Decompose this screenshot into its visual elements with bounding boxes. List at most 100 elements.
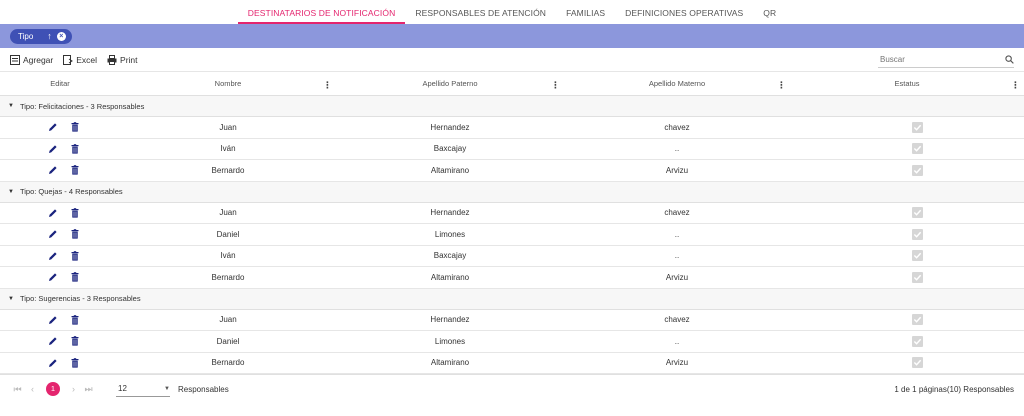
table-row: Juan Hernandez chavez bbox=[0, 310, 1024, 331]
excel-export-icon bbox=[63, 54, 74, 65]
tab-responsables-de-atenci-n[interactable]: RESPONSABLES DE ATENCIÓN bbox=[405, 8, 556, 24]
page-size-label: Responsables bbox=[178, 384, 229, 394]
collapse-caret-icon[interactable]: ▼ bbox=[8, 189, 14, 195]
cell-nombre: Juan bbox=[219, 315, 237, 325]
pencil-icon[interactable] bbox=[48, 315, 58, 325]
trash-icon[interactable] bbox=[70, 143, 80, 154]
pencil-icon[interactable] bbox=[48, 165, 58, 175]
column-header-estatus[interactable]: Estatus ⋮ bbox=[790, 72, 1024, 95]
pencil-icon[interactable] bbox=[48, 122, 58, 132]
column-header-apellido-paterno[interactable]: Apellido Paterno ⋮ bbox=[336, 72, 564, 95]
search-input[interactable] bbox=[878, 54, 988, 64]
cell-apellido-materno: Arvizu bbox=[665, 165, 689, 175]
edit-cell bbox=[0, 246, 120, 267]
pencil-icon[interactable] bbox=[48, 358, 58, 368]
cell-apellido-paterno: Baxcajay bbox=[433, 144, 467, 154]
trash-icon[interactable] bbox=[70, 272, 80, 282]
column-header-label: Apellido Paterno bbox=[422, 79, 478, 88]
group-row[interactable]: ▼ Tipo: Quejas - 4 Responsables bbox=[0, 181, 1024, 203]
pencil-icon[interactable] bbox=[48, 229, 58, 239]
excel-export-button[interactable]: Excel bbox=[63, 54, 98, 65]
column-header-nombre[interactable]: Nombre ⋮ bbox=[120, 72, 336, 95]
edit-cell bbox=[0, 267, 120, 288]
cell-apellido-materno: chavez bbox=[664, 122, 690, 132]
table-row: Juan Hernandez chavez bbox=[0, 203, 1024, 224]
column-header-label: Estatus bbox=[894, 79, 920, 88]
group-row-label: Tipo: Quejas - 4 Responsables bbox=[19, 187, 123, 196]
print-button-label: Print bbox=[120, 54, 138, 65]
cell-estatus bbox=[790, 331, 1024, 352]
group-row[interactable]: ▼ Tipo: Felicitaciones - 3 Responsables bbox=[0, 96, 1024, 117]
tab-familias[interactable]: FAMILIAS bbox=[556, 8, 615, 24]
cell-apellido-paterno: Hernandez bbox=[430, 315, 470, 325]
cell-estatus bbox=[790, 353, 1024, 374]
cell-apellido-paterno: Altamirano bbox=[430, 272, 470, 282]
collapse-caret-icon[interactable]: ▼ bbox=[8, 296, 14, 302]
pencil-icon[interactable] bbox=[48, 251, 58, 261]
page-number-current[interactable]: 1 bbox=[46, 382, 60, 396]
trash-icon[interactable] bbox=[70, 314, 80, 325]
cell-apellido-materno: chavez bbox=[664, 208, 690, 218]
trash-icon[interactable] bbox=[70, 207, 80, 218]
trash-icon[interactable] bbox=[70, 122, 80, 132]
collapse-caret-icon[interactable]: ▼ bbox=[8, 103, 14, 109]
checkbox-checked-icon bbox=[911, 335, 923, 347]
previous-page-icon[interactable]: ‹ bbox=[25, 384, 40, 394]
checkbox-checked-icon bbox=[911, 228, 923, 240]
column-menu-icon[interactable]: ⋮ bbox=[1011, 80, 1020, 91]
edit-cell bbox=[0, 203, 120, 224]
column-header-apellido-materno[interactable]: Apellido Materno ⋮ bbox=[564, 72, 790, 95]
tab-qr[interactable]: QR bbox=[753, 8, 786, 24]
edit-cell bbox=[0, 160, 120, 181]
cell-apellido-materno: .. bbox=[674, 336, 680, 346]
search-icon[interactable] bbox=[1005, 54, 1014, 64]
group-panel: Tipo ↑ × bbox=[0, 24, 1024, 48]
trash-icon[interactable] bbox=[70, 165, 80, 175]
remove-group-icon[interactable]: × bbox=[56, 31, 66, 41]
tab-definiciones-operativas[interactable]: DEFINICIONES OPERATIVAS bbox=[615, 8, 753, 24]
group-row[interactable]: ▼ Tipo: Sugerencias - 3 Responsables bbox=[0, 288, 1024, 310]
add-button[interactable]: Agregar bbox=[10, 54, 54, 65]
cell-apellido-paterno: Altamirano bbox=[430, 358, 470, 368]
trash-icon[interactable] bbox=[70, 357, 80, 368]
table-row: Bernardo Altamirano Arvizu bbox=[0, 353, 1024, 374]
cell-estatus bbox=[790, 117, 1024, 138]
table-row: Daniel Limones.. bbox=[0, 224, 1024, 246]
pencil-icon[interactable] bbox=[48, 336, 58, 346]
cell-nombre: Bernardo bbox=[211, 165, 245, 175]
table-row: Daniel Limones.. bbox=[0, 331, 1024, 353]
cell-apellido-paterno: Limones bbox=[434, 336, 466, 346]
cell-nombre: Daniel bbox=[216, 336, 240, 346]
group-chip-tipo[interactable]: Tipo ↑ × bbox=[10, 28, 72, 44]
trash-icon[interactable] bbox=[70, 336, 80, 346]
tab-destinatarios-de-notificaci-n[interactable]: DESTINATARIOS DE NOTIFICACIÓN bbox=[237, 8, 406, 24]
cell-apellido-materno: Arvizu bbox=[665, 358, 689, 368]
column-menu-icon[interactable]: ⋮ bbox=[551, 80, 560, 91]
page-size-select[interactable]: 12 ▼ bbox=[116, 381, 170, 397]
group-row-label: Tipo: Sugerencias - 3 Responsables bbox=[19, 294, 141, 303]
column-menu-icon[interactable]: ⋮ bbox=[777, 80, 786, 91]
pencil-icon[interactable] bbox=[48, 144, 58, 154]
add-button-label: Agregar bbox=[23, 54, 54, 65]
tab-bar: DESTINATARIOS DE NOTIFICACIÓN RESPONSABLE… bbox=[0, 0, 1024, 24]
trash-icon[interactable] bbox=[70, 229, 80, 239]
column-header-editar[interactable]: Editar bbox=[0, 72, 120, 95]
trash-icon[interactable] bbox=[70, 250, 80, 261]
pencil-icon[interactable] bbox=[48, 272, 58, 282]
grid-body: ▼ Tipo: Felicitaciones - 3 Responsables Ju… bbox=[0, 96, 1024, 374]
last-page-icon[interactable]: ⏭ bbox=[81, 384, 96, 395]
next-page-icon[interactable]: › bbox=[66, 384, 81, 394]
first-page-icon[interactable]: ⏮ bbox=[10, 384, 25, 395]
cell-nombre: Iván bbox=[220, 144, 236, 154]
excel-button-label: Excel bbox=[76, 54, 98, 65]
column-header-label: Apellido Materno bbox=[648, 79, 706, 88]
cell-apellido-paterno: Baxcajay bbox=[433, 251, 467, 261]
column-menu-icon[interactable]: ⋮ bbox=[323, 80, 332, 91]
sort-ascending-icon[interactable]: ↑ bbox=[47, 31, 52, 41]
table-row: Iván Baxcajay.. bbox=[0, 246, 1024, 267]
cell-apellido-materno: chavez bbox=[664, 315, 690, 325]
print-button[interactable]: Print bbox=[107, 54, 138, 65]
cell-apellido-paterno: Hernandez bbox=[430, 122, 470, 132]
checkbox-checked-icon bbox=[911, 207, 923, 219]
pencil-icon[interactable] bbox=[48, 208, 58, 218]
